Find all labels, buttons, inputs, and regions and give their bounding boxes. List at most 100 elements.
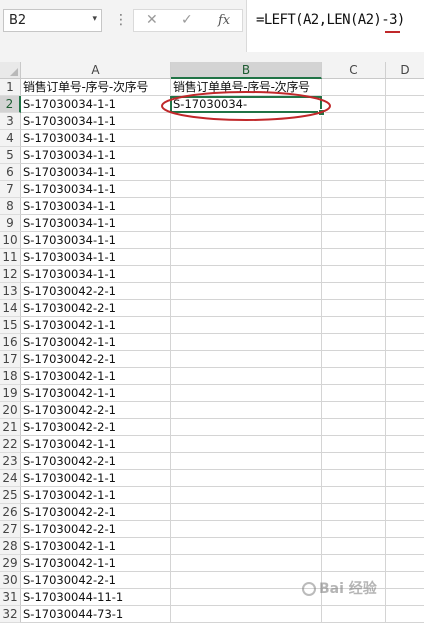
cell-d19[interactable] (386, 385, 424, 402)
cell-a23[interactable]: S-17030042-2-1 (21, 453, 171, 470)
row-header-2[interactable]: 2 (0, 96, 21, 113)
row-header-20[interactable]: 20 (0, 402, 21, 419)
cell-d18[interactable] (386, 368, 424, 385)
fill-handle[interactable] (318, 109, 325, 116)
cell-d26[interactable] (386, 504, 424, 521)
cell-a24[interactable]: S-17030042-1-1 (21, 470, 171, 487)
cell-c2[interactable] (322, 96, 386, 113)
cell-d13[interactable] (386, 283, 424, 300)
cell-b29[interactable] (171, 555, 322, 572)
formula-input[interactable]: =LEFT(A2,LEN(A2)-3) (246, 0, 424, 52)
cell-b6[interactable] (171, 164, 322, 181)
row-header-15[interactable]: 15 (0, 317, 21, 334)
row-header-29[interactable]: 29 (0, 555, 21, 572)
cell-d29[interactable] (386, 555, 424, 572)
cell-d5[interactable] (386, 147, 424, 164)
cell-c32[interactable] (322, 606, 386, 623)
cell-b31[interactable] (171, 589, 322, 606)
cell-d2[interactable] (386, 96, 424, 113)
row-header-9[interactable]: 9 (0, 215, 21, 232)
row-header-21[interactable]: 21 (0, 419, 21, 436)
cell-c14[interactable] (322, 300, 386, 317)
cancel-icon[interactable]: ✕ (146, 12, 158, 28)
row-header-24[interactable]: 24 (0, 470, 21, 487)
cell-b20[interactable] (171, 402, 322, 419)
cell-d32[interactable] (386, 606, 424, 623)
cell-c11[interactable] (322, 249, 386, 266)
cell-a31[interactable]: S-17030044-11-1 (21, 589, 171, 606)
cell-c15[interactable] (322, 317, 386, 334)
cell-b4[interactable] (171, 130, 322, 147)
cell-b32[interactable] (171, 606, 322, 623)
cell-a20[interactable]: S-17030042-2-1 (21, 402, 171, 419)
cell-c29[interactable] (322, 555, 386, 572)
cell-c8[interactable] (322, 198, 386, 215)
cell-a17[interactable]: S-17030042-2-1 (21, 351, 171, 368)
row-header-10[interactable]: 10 (0, 232, 21, 249)
cell-c24[interactable] (322, 470, 386, 487)
cell-b17[interactable] (171, 351, 322, 368)
cell-c9[interactable] (322, 215, 386, 232)
cell-c28[interactable] (322, 538, 386, 555)
cell-a30[interactable]: S-17030042-2-1 (21, 572, 171, 589)
row-header-22[interactable]: 22 (0, 436, 21, 453)
cell-a26[interactable]: S-17030042-2-1 (21, 504, 171, 521)
cell-a32[interactable]: S-17030044-73-1 (21, 606, 171, 623)
column-header-d[interactable]: D (386, 62, 424, 79)
cell-b7[interactable] (171, 181, 322, 198)
cell-d14[interactable] (386, 300, 424, 317)
row-header-1[interactable]: 1 (0, 79, 21, 96)
cell-b5[interactable] (171, 147, 322, 164)
row-header-28[interactable]: 28 (0, 538, 21, 555)
cell-b2[interactable]: S-17030034- (171, 96, 322, 113)
cell-a1[interactable]: 销售订单号-序号-次序号 (21, 79, 171, 96)
cell-d15[interactable] (386, 317, 424, 334)
cell-b9[interactable] (171, 215, 322, 232)
cell-d16[interactable] (386, 334, 424, 351)
cell-a29[interactable]: S-17030042-1-1 (21, 555, 171, 572)
cell-d20[interactable] (386, 402, 424, 419)
row-header-30[interactable]: 30 (0, 572, 21, 589)
cell-a21[interactable]: S-17030042-2-1 (21, 419, 171, 436)
cell-b22[interactable] (171, 436, 322, 453)
cell-b19[interactable] (171, 385, 322, 402)
row-header-6[interactable]: 6 (0, 164, 21, 181)
cell-d12[interactable] (386, 266, 424, 283)
cell-b26[interactable] (171, 504, 322, 521)
cell-d25[interactable] (386, 487, 424, 504)
enter-icon[interactable]: ✓ (181, 12, 193, 28)
cell-b8[interactable] (171, 198, 322, 215)
cell-b11[interactable] (171, 249, 322, 266)
select-all-corner[interactable] (0, 62, 21, 79)
cell-c19[interactable] (322, 385, 386, 402)
cell-d9[interactable] (386, 215, 424, 232)
cell-b30[interactable] (171, 572, 322, 589)
cell-d7[interactable] (386, 181, 424, 198)
cell-b18[interactable] (171, 368, 322, 385)
cell-c20[interactable] (322, 402, 386, 419)
cell-a7[interactable]: S-17030034-1-1 (21, 181, 171, 198)
cell-a12[interactable]: S-17030034-1-1 (21, 266, 171, 283)
cell-c12[interactable] (322, 266, 386, 283)
cell-b24[interactable] (171, 470, 322, 487)
cell-a18[interactable]: S-17030042-1-1 (21, 368, 171, 385)
row-header-25[interactable]: 25 (0, 487, 21, 504)
cell-b1[interactable]: 销售订单单号-序号-次序号 (171, 79, 322, 96)
cell-b12[interactable] (171, 266, 322, 283)
row-header-27[interactable]: 27 (0, 521, 21, 538)
cell-c4[interactable] (322, 130, 386, 147)
row-header-16[interactable]: 16 (0, 334, 21, 351)
cell-d28[interactable] (386, 538, 424, 555)
cell-c21[interactable] (322, 419, 386, 436)
cell-c5[interactable] (322, 147, 386, 164)
row-header-12[interactable]: 12 (0, 266, 21, 283)
row-header-4[interactable]: 4 (0, 130, 21, 147)
cell-a25[interactable]: S-17030042-1-1 (21, 487, 171, 504)
row-header-5[interactable]: 5 (0, 147, 21, 164)
cell-d21[interactable] (386, 419, 424, 436)
cell-a9[interactable]: S-17030034-1-1 (21, 215, 171, 232)
cell-a28[interactable]: S-17030042-1-1 (21, 538, 171, 555)
cell-a5[interactable]: S-17030034-1-1 (21, 147, 171, 164)
more-options-icon[interactable]: ⋮ (114, 12, 128, 28)
cell-d3[interactable] (386, 113, 424, 130)
